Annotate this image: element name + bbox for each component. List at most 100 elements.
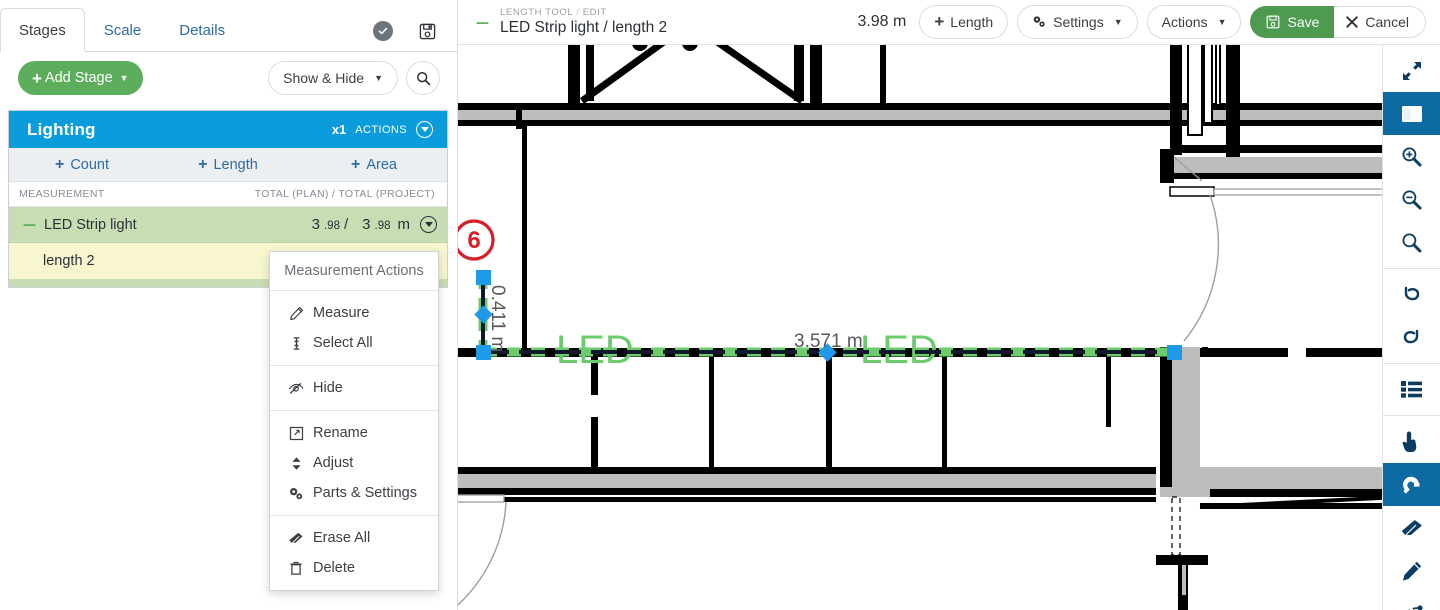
undo-icon bbox=[1404, 286, 1420, 301]
plan-wall-left-vertical bbox=[522, 126, 527, 356]
table-row[interactable]: --- LED Strip light 3.98 / 3.98 m bbox=[9, 207, 447, 243]
chevron-down-icon: ▼ bbox=[1113, 17, 1123, 27]
add-length-label: Length bbox=[950, 14, 994, 30]
stage-multiplier: x1 bbox=[331, 122, 347, 137]
annotation-badge: 6 bbox=[458, 219, 495, 261]
gears-icon bbox=[288, 486, 304, 501]
save-disk-icon[interactable] bbox=[419, 23, 436, 40]
stage-header-right: x1 ACTIONS bbox=[332, 121, 433, 138]
hand-pointer-icon bbox=[1402, 431, 1417, 452]
plus-icon: + bbox=[32, 68, 42, 88]
search-icon bbox=[416, 71, 430, 85]
sub-measurement-name: length 2 bbox=[43, 253, 95, 269]
menu-item-hide[interactable]: Hide bbox=[270, 373, 438, 403]
add-length-button[interactable]: + Length bbox=[155, 148, 301, 181]
add-length-label: Length bbox=[213, 156, 258, 173]
magnet-icon bbox=[1402, 476, 1419, 494]
menu-item-rename[interactable]: Rename bbox=[270, 418, 438, 448]
vertex-handle[interactable] bbox=[476, 270, 491, 285]
check-circle-icon[interactable] bbox=[373, 21, 393, 41]
gears-icon bbox=[1033, 16, 1045, 27]
add-area-button[interactable]: + Area bbox=[301, 148, 447, 181]
settings-button[interactable]: Settings ▼ bbox=[1017, 5, 1138, 39]
measurement-actions-caret-icon[interactable] bbox=[420, 216, 437, 233]
breadcrumb-separator: / bbox=[576, 6, 580, 18]
floorplan-drawing: LED LED 0.411 m 3.571 m bbox=[458, 45, 1382, 610]
tab-details[interactable]: Details bbox=[160, 8, 244, 52]
menu-item-delete-label: Delete bbox=[313, 560, 355, 576]
zoom-in-icon bbox=[1402, 147, 1422, 167]
vertex-handle[interactable] bbox=[1167, 345, 1182, 360]
search-button[interactable] bbox=[406, 61, 440, 95]
panel-right-tools: Show & Hide ▼ bbox=[268, 61, 440, 95]
fullscreen-icon bbox=[1402, 61, 1421, 80]
list-view-button[interactable] bbox=[1383, 368, 1440, 411]
panel-split-icon bbox=[1401, 105, 1422, 122]
stage-actions-caret-icon[interactable] bbox=[416, 121, 433, 138]
zoom-in-button[interactable] bbox=[1383, 135, 1440, 178]
stage-add-row: + Count + Length + Area bbox=[9, 148, 447, 182]
dimension-label-vertical: 0.411 m bbox=[487, 285, 508, 352]
add-stage-label: Add Stage bbox=[44, 70, 113, 86]
toggle-panel-button[interactable] bbox=[1382, 92, 1440, 135]
tool-topbar: --- LENGTH TOOL / EDIT LED Strip light /… bbox=[458, 0, 1440, 45]
zoom-area-icon bbox=[1402, 233, 1422, 253]
show-hide-button[interactable]: Show & Hide ▼ bbox=[268, 61, 398, 95]
save-cancel-group: Save Cancel bbox=[1250, 6, 1426, 38]
topbar-actions: 3.98 m + Length Settings ▼ Actions ▼ Sav… bbox=[857, 5, 1426, 39]
show-hide-label: Show & Hide bbox=[283, 70, 365, 86]
floorplan-canvas[interactable]: LED LED 0.411 m 3.571 m bbox=[458, 45, 1382, 610]
tab-details-label: Details bbox=[179, 22, 226, 39]
breadcrumb-mode: EDIT bbox=[582, 6, 607, 18]
total-project-dec: .98 bbox=[374, 220, 391, 232]
measurement-actions-menu: Measurement Actions Measure Select All H… bbox=[269, 251, 439, 591]
zoom-out-button[interactable] bbox=[1383, 178, 1440, 221]
eraser-icon bbox=[1401, 519, 1422, 535]
close-icon bbox=[1346, 16, 1359, 28]
menu-item-erase-all[interactable]: Erase All bbox=[270, 523, 438, 553]
menu-item-select-all-label: Select All bbox=[313, 335, 373, 351]
curve-tool-button[interactable] bbox=[1383, 592, 1440, 610]
undo-button[interactable] bbox=[1383, 273, 1440, 316]
pen-tool-button[interactable] bbox=[1383, 549, 1440, 592]
menu-item-rename-label: Rename bbox=[313, 425, 368, 441]
tab-scale[interactable]: Scale bbox=[85, 8, 161, 52]
menu-item-parts-settings[interactable]: Parts & Settings bbox=[270, 478, 438, 508]
fit-to-screen-button[interactable] bbox=[1383, 49, 1440, 92]
tab-stages[interactable]: Stages bbox=[0, 8, 85, 52]
trash-icon bbox=[288, 561, 304, 576]
add-count-button[interactable]: + Count bbox=[9, 148, 155, 181]
eraser-tool-button[interactable] bbox=[1383, 506, 1440, 549]
measurement-name: LED Strip light bbox=[44, 216, 137, 233]
menu-item-select-all[interactable]: Select All bbox=[270, 328, 438, 358]
save-button[interactable]: Save bbox=[1250, 6, 1335, 38]
menu-item-delete[interactable]: Delete bbox=[270, 553, 438, 583]
menu-group-edit: Measure Select All bbox=[270, 291, 438, 365]
dimension-label-horizontal: 3.571 m bbox=[794, 331, 863, 352]
menu-group-visibility: Hide bbox=[270, 366, 438, 410]
stage-actions-label[interactable]: ACTIONS bbox=[355, 124, 407, 136]
tabbar-icons bbox=[373, 21, 458, 51]
cancel-button[interactable]: Cancel bbox=[1334, 6, 1426, 38]
add-area-label: Area bbox=[366, 156, 397, 173]
panel-tabbar: Stages Scale Details bbox=[0, 0, 458, 52]
pencil-icon bbox=[288, 306, 304, 321]
snap-tool-button[interactable] bbox=[1382, 463, 1440, 506]
select-tool-button[interactable] bbox=[1383, 420, 1440, 463]
menu-item-hide-label: Hide bbox=[313, 380, 343, 396]
menu-group-modify: Rename Adjust Parts & Settings bbox=[270, 411, 438, 515]
toolbar-group-draw bbox=[1382, 416, 1440, 610]
add-length-button[interactable]: + Length bbox=[919, 5, 1009, 39]
plan-wall-bottom-right bbox=[1156, 467, 1382, 610]
actions-button[interactable]: Actions ▼ bbox=[1146, 5, 1242, 39]
menu-item-measure[interactable]: Measure bbox=[270, 298, 438, 328]
total-plan-int: 3 bbox=[311, 216, 320, 233]
add-stage-button[interactable]: + Add Stage ▼ bbox=[18, 61, 143, 95]
measurement-total: 3.98 m bbox=[857, 13, 907, 30]
menu-item-adjust[interactable]: Adjust bbox=[270, 448, 438, 478]
updown-arrows-icon bbox=[288, 456, 304, 471]
tool-meta: LENGTH TOOL / EDIT LED Strip light / len… bbox=[500, 6, 667, 37]
redo-button[interactable] bbox=[1383, 316, 1440, 359]
measurement-values: 3.98 / 3.98 m bbox=[312, 216, 410, 233]
zoom-area-button[interactable] bbox=[1383, 221, 1440, 264]
